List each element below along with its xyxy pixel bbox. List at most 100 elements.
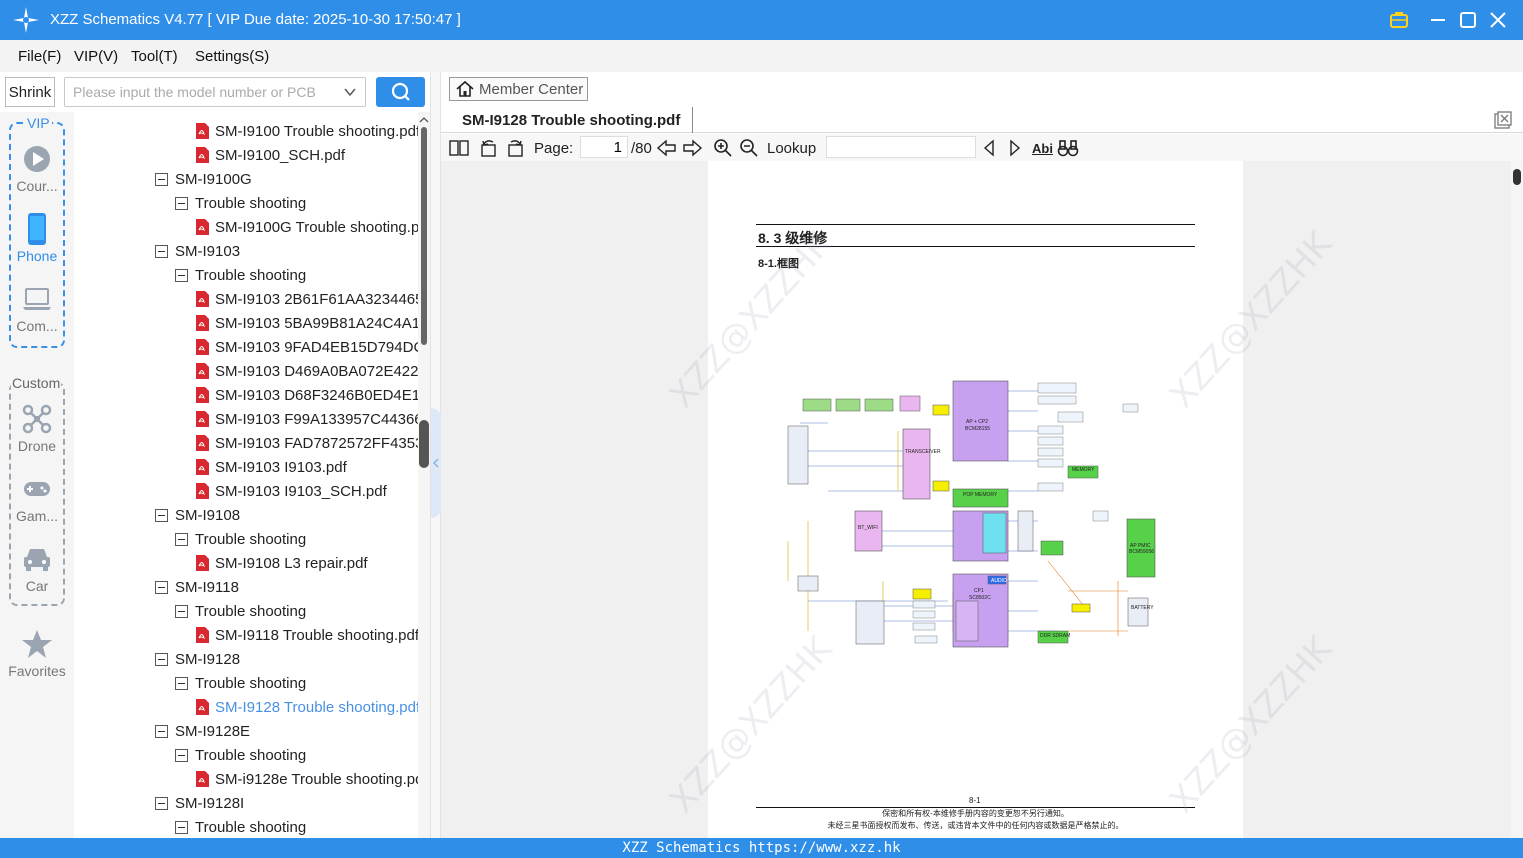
collapse-icon[interactable] bbox=[175, 748, 188, 762]
tree-item-label: SM-I9118 bbox=[175, 578, 239, 596]
collapse-icon[interactable] bbox=[175, 196, 188, 210]
tree-item-label: SM-I9103 D68F3246B0ED4E18 bbox=[215, 386, 418, 404]
tree-file-item[interactable]: SM-I9103 FAD7872572FF4353 bbox=[195, 431, 418, 455]
tree-file-item[interactable]: SM-I9103 5BA99B81A24C4A1E bbox=[195, 311, 418, 335]
tree-file-item[interactable]: SM-I9103 I9103_SCH.pdf bbox=[195, 479, 387, 503]
tree-folder-item[interactable]: SM-I9103 bbox=[155, 239, 240, 263]
svg-text:SC8502C: SC8502C bbox=[969, 595, 991, 601]
model-search-field[interactable] bbox=[64, 77, 366, 107]
tree-file-item[interactable]: SM-I9103 D469A0BA072E4224 bbox=[195, 359, 418, 383]
pdf-file-icon bbox=[196, 435, 209, 451]
collapse-icon[interactable] bbox=[155, 796, 168, 810]
collapse-icon[interactable] bbox=[175, 820, 188, 834]
find-next-icon[interactable] bbox=[1007, 137, 1023, 159]
tree-folder-item[interactable]: SM-I9118 bbox=[155, 575, 239, 599]
tree-file-item[interactable]: SM-I9103 9FAD4EB15D794DC2 bbox=[195, 335, 418, 359]
collapse-icon[interactable] bbox=[175, 532, 188, 546]
close-tab-icon[interactable] bbox=[1493, 110, 1513, 130]
collapse-icon[interactable] bbox=[155, 508, 168, 522]
shrink-button[interactable]: Shrink bbox=[5, 77, 55, 107]
tree-folder-item[interactable]: Trouble shooting bbox=[175, 527, 306, 551]
viewer-scroll-thumb[interactable] bbox=[1513, 169, 1521, 185]
status-bar: XZZ Schematics https://www.xzz.hk bbox=[0, 838, 1523, 858]
page-number-input[interactable] bbox=[580, 136, 628, 158]
tree-file-item[interactable]: SM-I9118 Trouble shooting.pdf bbox=[195, 623, 418, 647]
chevron-left-icon[interactable] bbox=[431, 408, 441, 518]
category-game[interactable]: Gam... bbox=[0, 474, 74, 524]
minimize-button[interactable] bbox=[1423, 5, 1453, 35]
zoom-out-icon[interactable] bbox=[739, 137, 759, 159]
category-courses[interactable]: Cour... bbox=[0, 144, 74, 194]
tree-file-item[interactable]: SM-I9103 D68F3246B0ED4E18 bbox=[195, 383, 418, 407]
member-center-button[interactable]: Member Center bbox=[449, 77, 588, 101]
tree-folder-item[interactable]: Trouble shooting bbox=[175, 743, 306, 767]
pdf-file-icon bbox=[196, 699, 209, 715]
tree-file-item[interactable]: SM-I9108 L3 repair.pdf bbox=[195, 551, 368, 575]
collapse-icon[interactable] bbox=[155, 724, 168, 738]
tree-folder-item[interactable]: SM-I9100G bbox=[155, 167, 252, 191]
lookup-input[interactable] bbox=[826, 136, 976, 158]
rotate-right-icon[interactable] bbox=[505, 137, 525, 159]
category-drone[interactable]: Drone bbox=[0, 404, 74, 454]
maximize-button[interactable] bbox=[1453, 5, 1483, 35]
tree-file-item[interactable]: SM-I9100G Trouble shooting.pdf bbox=[195, 215, 418, 239]
tree-file-item[interactable]: SM-I9103 2B61F61AA32344652 bbox=[195, 287, 418, 311]
pdf-file-icon bbox=[196, 219, 209, 235]
tree-scroll-thumb[interactable] bbox=[421, 127, 427, 345]
menu-settings[interactable]: Settings(S) bbox=[195, 48, 269, 65]
collapse-icon[interactable] bbox=[155, 172, 168, 186]
collapse-icon[interactable] bbox=[155, 580, 168, 594]
tree-folder-item[interactable]: SM-I9128 bbox=[155, 647, 240, 671]
previous-page-icon[interactable] bbox=[656, 137, 678, 159]
tree-folder-item[interactable]: Trouble shooting bbox=[175, 599, 306, 623]
scroll-up-icon[interactable] bbox=[418, 114, 430, 126]
tree-folder-item[interactable]: SM-I9128E bbox=[155, 719, 250, 743]
collapse-icon[interactable] bbox=[155, 244, 168, 258]
tree-folder-item[interactable]: Trouble shooting bbox=[175, 263, 306, 287]
menu-vip[interactable]: VIP(V) bbox=[74, 48, 118, 65]
chevron-down-icon[interactable] bbox=[343, 85, 357, 99]
tree-file-item[interactable]: SM-I9103 F99A133957C44366 bbox=[195, 407, 418, 431]
find-previous-icon[interactable] bbox=[981, 137, 997, 159]
tree-file-item[interactable]: SM-I9128 Trouble shooting.pdf bbox=[195, 695, 418, 719]
svg-text:TRANSCEIVER: TRANSCEIVER bbox=[905, 449, 941, 455]
tree-resize-handle[interactable] bbox=[419, 420, 429, 468]
category-phone[interactable]: Phone bbox=[0, 213, 74, 264]
collapse-icon[interactable] bbox=[175, 268, 188, 282]
close-button[interactable] bbox=[1483, 5, 1513, 35]
menu-file[interactable]: File(F) bbox=[18, 48, 61, 65]
next-page-icon[interactable] bbox=[681, 137, 703, 159]
category-label: Favorites bbox=[8, 663, 66, 679]
tree-file-item[interactable]: SM-I9100_SCH.pdf bbox=[195, 143, 345, 167]
tree-folder-item[interactable]: Trouble shooting bbox=[175, 191, 306, 215]
tab-document[interactable]: SM-I9128 Trouble shooting.pdf bbox=[451, 107, 694, 133]
tree-folder-item[interactable]: SM-I9108 bbox=[155, 503, 240, 527]
collapse-icon[interactable] bbox=[155, 652, 168, 666]
collapse-icon[interactable] bbox=[175, 676, 188, 690]
category-label: Drone bbox=[17, 438, 57, 454]
menu-tool[interactable]: Tool(T) bbox=[131, 48, 178, 65]
collapse-icon[interactable] bbox=[175, 604, 188, 618]
tree-file-item[interactable]: SM-I9103 I9103.pdf bbox=[195, 455, 347, 479]
model-search-input[interactable] bbox=[73, 84, 333, 100]
tree-folder-item[interactable]: Trouble shooting bbox=[175, 671, 306, 695]
search-button[interactable] bbox=[376, 77, 425, 107]
tree-folder-item[interactable]: SM-I9128I bbox=[155, 791, 244, 815]
tree-file-item[interactable]: SM-i9128e Trouble shooting.pdf bbox=[195, 767, 418, 791]
briefcase-icon[interactable] bbox=[1384, 5, 1414, 35]
tree-item-label: Trouble shooting bbox=[195, 530, 307, 548]
category-computer[interactable]: Com... bbox=[0, 284, 74, 334]
viewer-scrollbar[interactable] bbox=[1511, 161, 1523, 838]
tree-file-item[interactable]: SM-I9100 Trouble shooting.pdf bbox=[195, 119, 418, 143]
zoom-in-icon[interactable] bbox=[713, 137, 733, 159]
splitter-grip[interactable] bbox=[431, 408, 441, 518]
panel-splitter[interactable] bbox=[430, 72, 441, 838]
match-case-button[interactable]: Abi bbox=[1032, 137, 1053, 159]
tree-scrollbar[interactable] bbox=[418, 112, 430, 838]
two-page-view-icon[interactable] bbox=[449, 137, 469, 159]
rotate-left-icon[interactable] bbox=[479, 137, 499, 159]
category-favorites[interactable]: Favorites bbox=[0, 629, 74, 679]
category-car[interactable]: Car bbox=[0, 544, 74, 594]
binoculars-icon[interactable] bbox=[1057, 137, 1079, 159]
tree-folder-item[interactable]: Trouble shooting bbox=[175, 815, 306, 838]
